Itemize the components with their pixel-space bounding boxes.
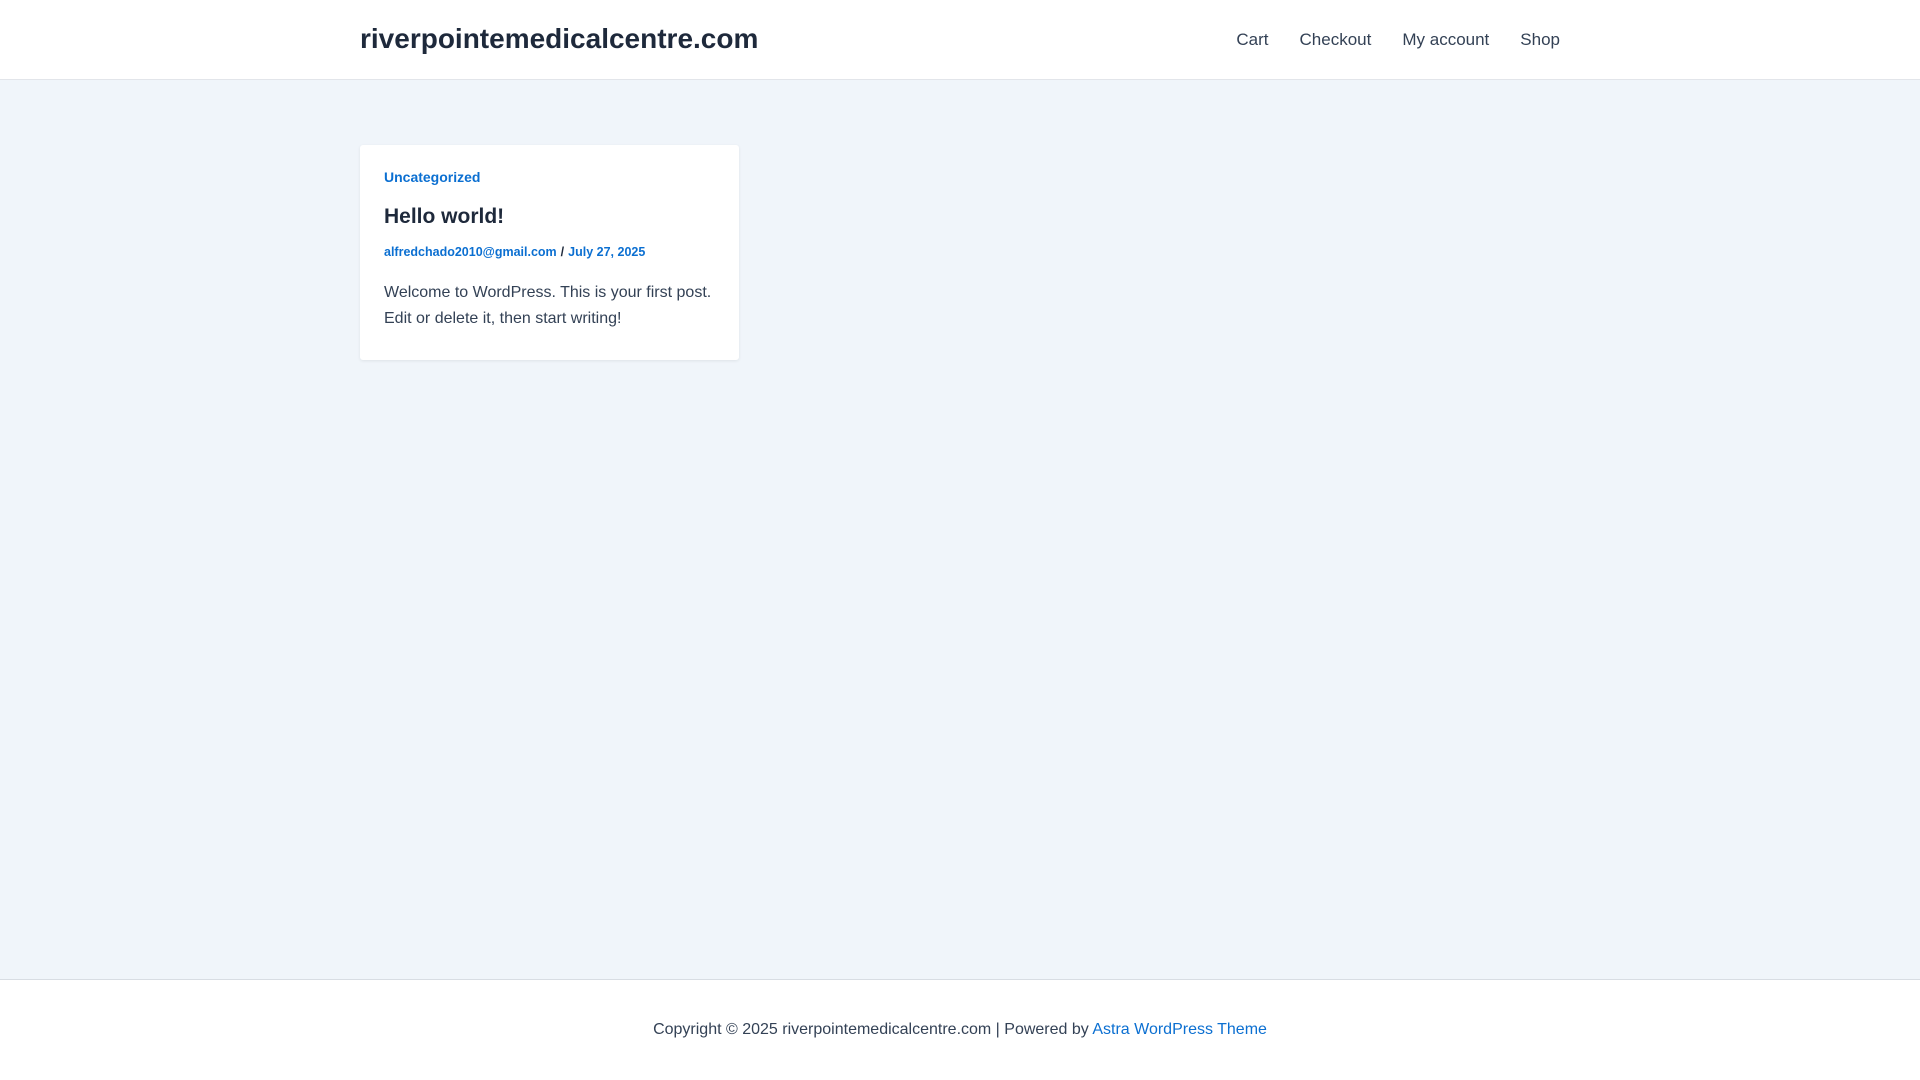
- site-header: riverpointemedicalcentre.com Cart Checko…: [0, 0, 1920, 80]
- post-author-link[interactable]: alfredchado2010@gmail.com: [384, 245, 557, 259]
- post-card: Uncategorized Hello world! alfredchado20…: [360, 145, 739, 360]
- site-footer: Copyright © 2025 riverpointemedicalcentr…: [0, 979, 1920, 1080]
- primary-navigation: Cart Checkout My account Shop: [1221, 0, 1560, 80]
- footer-copyright: Copyright © 2025 riverpointemedicalcentr…: [0, 1020, 1920, 1040]
- copyright-text: Copyright © 2025 riverpointemedicalcentr…: [653, 1021, 1093, 1038]
- post-title-link[interactable]: Hello world!: [384, 205, 715, 229]
- theme-credit-link[interactable]: Astra WordPress Theme: [1092, 1021, 1267, 1038]
- post-category-link[interactable]: Uncategorized: [384, 169, 715, 185]
- post-date-link[interactable]: July 27, 2025: [568, 245, 645, 259]
- post-meta: alfredchado2010@gmail.com / July 27, 2025: [384, 244, 715, 260]
- nav-item-shop[interactable]: Shop: [1505, 1, 1560, 79]
- post-excerpt: Welcome to WordPress. This is your first…: [384, 284, 712, 327]
- site-title-link[interactable]: riverpointemedicalcentre.com: [360, 0, 758, 80]
- nav-item-cart[interactable]: Cart: [1221, 1, 1284, 79]
- nav-item-checkout[interactable]: Checkout: [1284, 1, 1387, 79]
- nav-item-my-account[interactable]: My account: [1387, 1, 1505, 79]
- meta-separator: /: [560, 245, 565, 259]
